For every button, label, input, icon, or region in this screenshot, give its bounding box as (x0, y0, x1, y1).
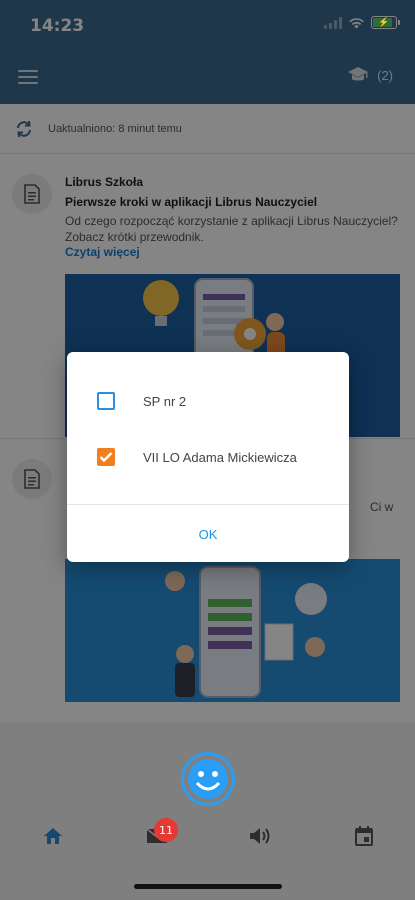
school-select-dialog: SP nr 2 VII LO Adama Mickiewicza OK (67, 352, 349, 562)
bottom-tab-bar (0, 812, 415, 864)
checkbox-unchecked[interactable] (97, 392, 115, 410)
smiley-button[interactable] (181, 752, 235, 806)
checkmark-icon (99, 452, 113, 463)
dialog-divider (67, 504, 349, 505)
school-option-label: VII LO Adama Mickiewicza (143, 449, 297, 465)
school-option[interactable]: SP nr 2 (67, 378, 349, 424)
tab-announcements[interactable] (248, 824, 272, 848)
school-option[interactable]: VII LO Adama Mickiewicza (67, 434, 349, 480)
smiley-icon (188, 759, 228, 799)
ok-button[interactable]: OK (67, 508, 349, 560)
tab-calendar[interactable] (352, 824, 376, 848)
messages-badge: 11 (154, 818, 178, 842)
speaker-icon (250, 828, 270, 844)
checkbox-checked[interactable] (97, 448, 115, 466)
tab-home[interactable] (41, 824, 65, 848)
bottom-zone (0, 722, 415, 900)
home-icon (44, 828, 62, 844)
calendar-icon (355, 826, 373, 846)
home-indicator (134, 884, 282, 889)
school-option-label: SP nr 2 (143, 393, 187, 409)
